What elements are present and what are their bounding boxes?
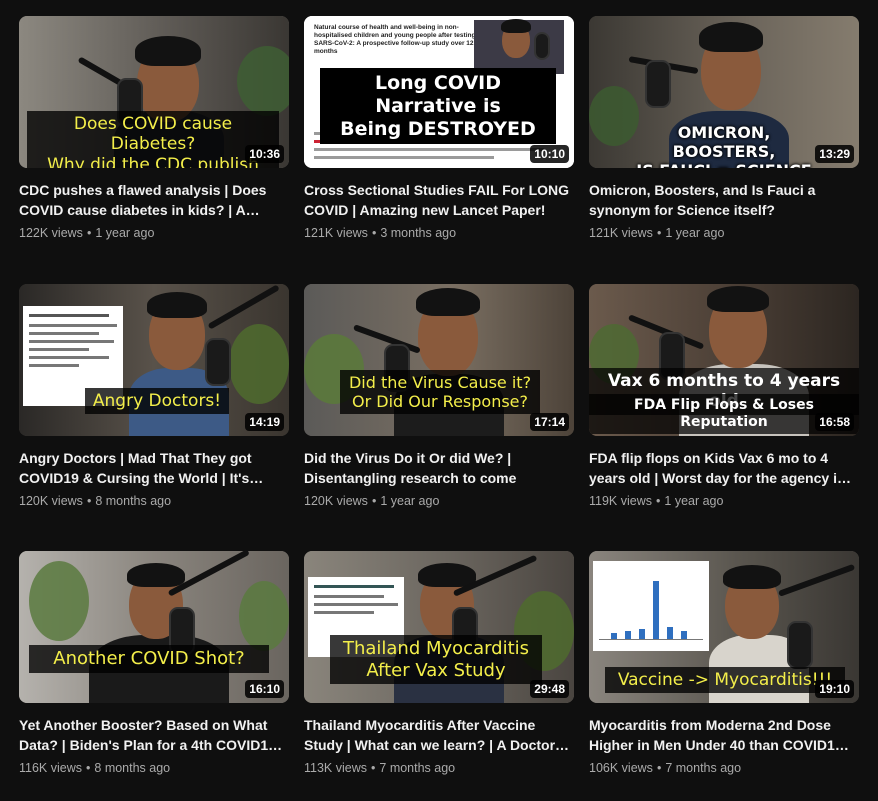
video-title[interactable]: Yet Another Booster? Based on What Data?… bbox=[19, 715, 289, 755]
video-card[interactable]: OMICRON, BOOSTERS, IS FAUCI = SCIENCE 13… bbox=[589, 16, 859, 240]
video-title[interactable]: Thailand Myocarditis After Vaccine Study… bbox=[304, 715, 574, 755]
video-metadata: 119K views • 1 year ago bbox=[589, 494, 859, 508]
separator-dot: • bbox=[86, 226, 92, 240]
view-count: 120K views bbox=[304, 494, 368, 508]
upload-age: 8 months ago bbox=[95, 494, 172, 508]
video-title[interactable]: FDA flip flops on Kids Vax 6 mo to 4 yea… bbox=[589, 448, 859, 488]
video-title[interactable]: Omicron, Boosters, and Is Fauci a synony… bbox=[589, 180, 859, 220]
upload-age: 7 months ago bbox=[379, 761, 456, 775]
thumbnail-caption: OMICRON, BOOSTERS, IS FAUCI = SCIENCE bbox=[636, 123, 811, 168]
upload-age: 1 year ago bbox=[665, 226, 725, 240]
view-count: 121K views bbox=[589, 226, 653, 240]
view-count: 120K views bbox=[19, 494, 83, 508]
video-duration: 14:19 bbox=[245, 413, 284, 431]
thumbnail-caption: Did the Virus Cause it? Or Did Our Respo… bbox=[340, 370, 540, 415]
video-thumbnail[interactable]: Did the Virus Cause it? Or Did Our Respo… bbox=[304, 284, 574, 436]
video-thumbnail[interactable]: Vax 6 months to 4 years old FDA Flip Flo… bbox=[589, 284, 859, 436]
upload-age: 1 year ago bbox=[380, 494, 440, 508]
view-count: 116K views bbox=[19, 761, 82, 775]
video-card[interactable]: Another COVID Shot? 16:10 Yet Another Bo… bbox=[19, 551, 289, 775]
video-thumbnail[interactable]: Vaccine -> Myocarditis!!! 19:10 bbox=[589, 551, 859, 703]
view-count: 121K views bbox=[304, 226, 368, 240]
video-duration: 10:36 bbox=[245, 145, 284, 163]
video-card[interactable]: Does COVID cause Diabetes? Why did the C… bbox=[19, 16, 289, 240]
separator-dot: • bbox=[86, 761, 91, 775]
video-metadata: 113K views • 7 months ago bbox=[304, 761, 574, 775]
upload-age: 3 months ago bbox=[380, 226, 457, 240]
video-thumbnail[interactable]: OMICRON, BOOSTERS, IS FAUCI = SCIENCE 13… bbox=[589, 16, 859, 168]
video-duration: 17:14 bbox=[530, 413, 569, 431]
video-card[interactable]: Angry Doctors! 14:19 Angry Doctors | Mad… bbox=[19, 284, 289, 508]
upload-age: 8 months ago bbox=[94, 761, 171, 775]
view-count: 113K views bbox=[304, 761, 367, 775]
upload-age: 7 months ago bbox=[665, 761, 742, 775]
separator-dot: • bbox=[86, 494, 92, 508]
video-thumbnail[interactable]: Natural course of health and well-being … bbox=[304, 16, 574, 168]
separator-dot: • bbox=[371, 494, 377, 508]
video-metadata: 120K views • 1 year ago bbox=[304, 494, 574, 508]
video-card[interactable]: Natural course of health and well-being … bbox=[304, 16, 574, 240]
video-card[interactable]: Vaccine -> Myocarditis!!! 19:10 Myocardi… bbox=[589, 551, 859, 775]
video-metadata: 122K views • 1 year ago bbox=[19, 226, 289, 240]
video-card[interactable]: Thailand Myocarditis After Vax Study 29:… bbox=[304, 551, 574, 775]
thumbnail-caption: Vaccine -> Myocarditis!!! bbox=[605, 667, 845, 694]
video-metadata: 121K views • 1 year ago bbox=[589, 226, 859, 240]
document-heading: Natural course of health and well-being … bbox=[314, 24, 486, 55]
separator-dot: • bbox=[371, 226, 377, 240]
separator-dot: • bbox=[656, 226, 662, 240]
thumbnail-caption: Thailand Myocarditis After Vax Study bbox=[330, 635, 542, 685]
video-thumbnail[interactable]: Thailand Myocarditis After Vax Study 29:… bbox=[304, 551, 574, 703]
video-metadata: 106K views • 7 months ago bbox=[589, 761, 859, 775]
video-thumbnail[interactable]: Angry Doctors! 14:19 bbox=[19, 284, 289, 436]
thumbnail-caption: Angry Doctors! bbox=[85, 388, 229, 415]
video-duration: 19:10 bbox=[815, 680, 854, 698]
separator-dot: • bbox=[371, 761, 376, 775]
upload-age: 1 year ago bbox=[95, 226, 155, 240]
thumbnail-caption: Long COVID Narrative is Being DESTROYED bbox=[320, 68, 556, 145]
video-duration: 13:29 bbox=[815, 145, 854, 163]
view-count: 122K views bbox=[19, 226, 83, 240]
separator-dot: • bbox=[656, 494, 661, 508]
video-thumbnail[interactable]: Another COVID Shot? 16:10 bbox=[19, 551, 289, 703]
video-title[interactable]: CDC pushes a flawed analysis | Does COVI… bbox=[19, 180, 289, 220]
view-count: 119K views bbox=[589, 494, 652, 508]
video-title[interactable]: Did the Virus Do it Or did We? | Disenta… bbox=[304, 448, 574, 488]
separator-dot: • bbox=[656, 761, 662, 775]
video-duration: 16:58 bbox=[815, 413, 854, 431]
video-card[interactable]: Vax 6 months to 4 years old FDA Flip Flo… bbox=[589, 284, 859, 508]
video-thumbnail[interactable]: Does COVID cause Diabetes? Why did the C… bbox=[19, 16, 289, 168]
upload-age: 1 year ago bbox=[664, 494, 724, 508]
video-duration: 16:10 bbox=[245, 680, 284, 698]
thumbnail-caption: Does COVID cause Diabetes? Why did the C… bbox=[27, 111, 279, 168]
video-metadata: 121K views • 3 months ago bbox=[304, 226, 574, 240]
video-metadata: 116K views • 8 months ago bbox=[19, 761, 289, 775]
video-title[interactable]: Myocarditis from Moderna 2nd Dose Higher… bbox=[589, 715, 859, 755]
video-title[interactable]: Angry Doctors | Mad That They got COVID1… bbox=[19, 448, 289, 488]
video-duration: 29:48 bbox=[530, 680, 569, 698]
video-duration: 10:10 bbox=[530, 145, 569, 163]
view-count: 106K views bbox=[589, 761, 653, 775]
thumbnail-caption: Another COVID Shot? bbox=[29, 645, 269, 673]
video-title[interactable]: Cross Sectional Studies FAIL For LONG CO… bbox=[304, 180, 574, 220]
video-card[interactable]: Did the Virus Cause it? Or Did Our Respo… bbox=[304, 284, 574, 508]
video-metadata: 120K views • 8 months ago bbox=[19, 494, 289, 508]
